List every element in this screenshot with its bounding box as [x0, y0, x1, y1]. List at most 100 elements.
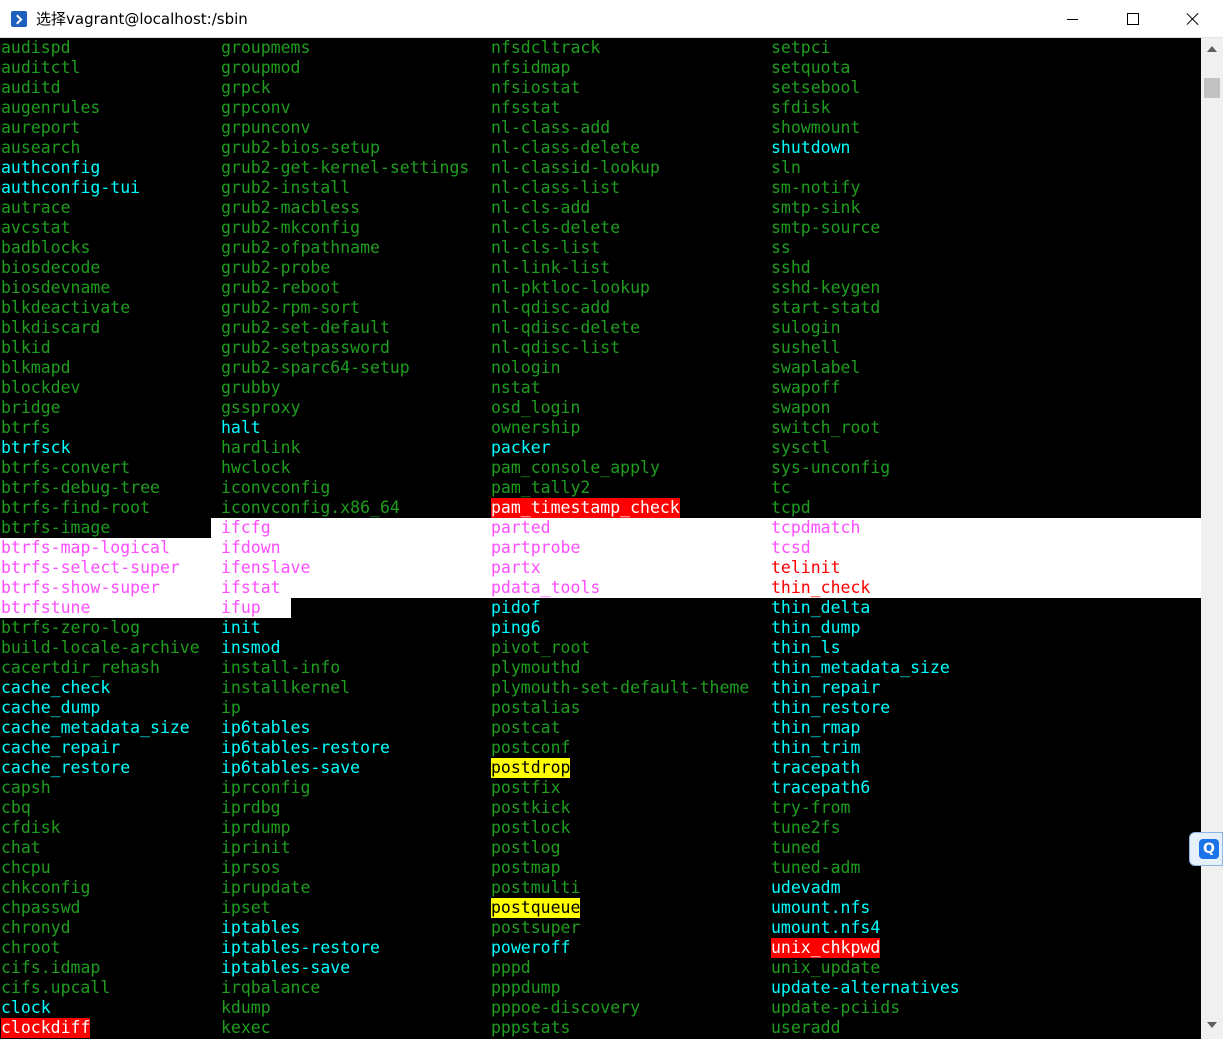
terminal-line: bridge gssproxy osd_login swapon [0, 398, 1201, 418]
file-entry: umount.nfs4 [771, 918, 881, 937]
file-entry: postlock [491, 818, 571, 837]
file-entry: clockdiff [1, 1018, 91, 1038]
file-entry: cache_dump [1, 698, 101, 717]
file-entry: useradd [771, 1018, 841, 1037]
file-entry: update-alternatives [771, 978, 960, 997]
file-entry: ip [221, 698, 241, 717]
file-entry: blkmapd [1, 358, 71, 377]
file-entry: thin_trim [771, 738, 861, 757]
terminal-line: cache_check installkernel plymouth-set-def… [0, 678, 1201, 698]
terminal-line: authconfig grub2-get-kernel-settings nl-cl… [0, 158, 1201, 178]
vertical-scrollbar[interactable] [1201, 38, 1223, 1039]
file-entry: thin_rmap [771, 718, 861, 737]
scroll-thumb[interactable] [1204, 78, 1220, 98]
file-entry: showmount [771, 118, 861, 137]
file-entry: blockdev [1, 378, 81, 397]
file-entry: sshd [771, 258, 811, 277]
file-entry: tuned-adm [771, 858, 861, 877]
terminal-line: cbq iprdbg postkick try-from [0, 798, 1201, 818]
file-entry: sfdisk [771, 98, 831, 117]
terminal-line: augenrules grpconv nfsstat sfdisk [0, 98, 1201, 118]
scroll-up-arrow-icon[interactable] [1207, 46, 1217, 52]
ls-listing: audispd groupmems nfsdcltrack setpci auditct… [0, 38, 1201, 1038]
close-button[interactable] [1163, 0, 1223, 38]
file-entry: cache_repair [1, 738, 121, 757]
file-entry: ipset [221, 898, 271, 917]
file-entry: thin_repair [771, 678, 881, 697]
file-entry: postlog [491, 838, 561, 857]
file-entry: thin_metadata_size [771, 658, 950, 677]
file-entry: iptables-save [221, 958, 351, 977]
file-entry: grub2-rpm-sort [221, 298, 361, 317]
file-entry: ip6tables-save [221, 758, 361, 777]
file-entry: capsh [1, 778, 51, 797]
file-entry: halt [221, 418, 261, 437]
file-entry: groupmod [221, 58, 301, 77]
file-entry: hardlink [221, 438, 301, 457]
terminal-line: btrfs-zero-log init ping6 thin_dump [0, 618, 1201, 638]
file-entry: swapoff [771, 378, 841, 397]
maximize-icon [1127, 13, 1139, 25]
file-entry: nl-cls-add [491, 198, 591, 217]
terminal-line: chpasswd ipset postqueue umount.nfs [0, 898, 1201, 918]
file-entry: chat [1, 838, 41, 857]
file-entry: ss [771, 238, 791, 257]
scroll-down-arrow-icon[interactable] [1207, 1022, 1217, 1028]
file-entry: nl-class-list [491, 178, 621, 197]
file-entry: btrfs-convert [1, 458, 131, 477]
file-entry: postqueue [491, 898, 581, 918]
file-entry: pppdump [491, 978, 561, 997]
terminal-output[interactable]: audispd groupmems nfsdcltrack setpci auditct… [0, 38, 1201, 1039]
file-entry: grpunconv [221, 118, 311, 137]
terminal-line: btrfs-convert hwclock pam_console_apply sys… [0, 458, 1201, 478]
file-entry: grub2-ofpathname [221, 238, 380, 257]
terminal-line: build-locale-archive insmod pivot_root thin… [0, 638, 1201, 658]
file-entry: btrfs-debug-tree [1, 478, 160, 497]
file-entry: auditctl [1, 58, 81, 77]
file-entry: tracepath6 [771, 778, 871, 797]
file-entry: avcstat [1, 218, 71, 237]
file-entry: btrfstune [1, 598, 91, 617]
terminal-line: avcstat grub2-mkconfig nl-cls-delete smtp-s… [0, 218, 1201, 238]
file-entry: ifenslave [221, 558, 311, 577]
terminal-line: badblocks grub2-ofpathname nl-cls-list ss [0, 238, 1201, 258]
file-entry: nl-pktloc-lookup [491, 278, 650, 297]
file-entry: biosdecode [1, 258, 101, 277]
maximize-button[interactable] [1103, 0, 1163, 38]
file-entry: switch_root [771, 418, 881, 437]
title-bar[interactable]: 选择vagrant@localhost:/sbin [0, 0, 1223, 38]
file-entry: postconf [491, 738, 571, 757]
file-entry: tuned [771, 838, 821, 857]
file-entry: ifdown [221, 538, 281, 557]
file-entry: ip6tables-restore [221, 738, 390, 757]
file-entry: nl-qdisc-delete [491, 318, 641, 337]
file-entry: nl-qdisc-add [491, 298, 611, 317]
file-entry: btrfs [1, 418, 51, 437]
file-entry: autrace [1, 198, 71, 217]
file-entry: ip6tables [221, 718, 311, 737]
file-entry: grub2-reboot [221, 278, 341, 297]
file-entry: tc [771, 478, 791, 497]
floating-search-button[interactable]: Q [1189, 832, 1223, 866]
file-entry: install-info [221, 658, 341, 677]
terminal-line: chroot iptables-restore poweroff unix_chkpw… [0, 938, 1201, 958]
file-entry: thin_check [771, 578, 871, 597]
terminal-line: cache_metadata_size ip6tables postcat thin_… [0, 718, 1201, 738]
selection-highlight [0, 578, 1201, 598]
file-entry: sln [771, 158, 801, 177]
file-entry: cache_check [1, 678, 111, 697]
file-entry: telinit [771, 558, 841, 577]
file-entry: badblocks [1, 238, 91, 257]
terminal-line: blkdeactivate grub2-rpm-sort nl-qdisc-add s… [0, 298, 1201, 318]
file-entry: iprupdate [221, 878, 311, 897]
file-entry: thin_dump [771, 618, 861, 637]
terminal-line: btrfs-show-super ifstat pdata_tools thin_ch… [0, 578, 1201, 598]
file-entry: installkernel [221, 678, 351, 697]
file-entry: pam_tally2 [491, 478, 591, 497]
file-entry: grub2-mkconfig [221, 218, 361, 237]
minimize-button[interactable] [1042, 0, 1102, 38]
terminal-line: auditctl groupmod nfsidmap setquota [0, 58, 1201, 78]
file-entry: grpconv [221, 98, 291, 117]
terminal-line: cfdisk iprdump postlock tune2fs [0, 818, 1201, 838]
file-entry: iconvconfig.x86_64 [221, 498, 400, 517]
